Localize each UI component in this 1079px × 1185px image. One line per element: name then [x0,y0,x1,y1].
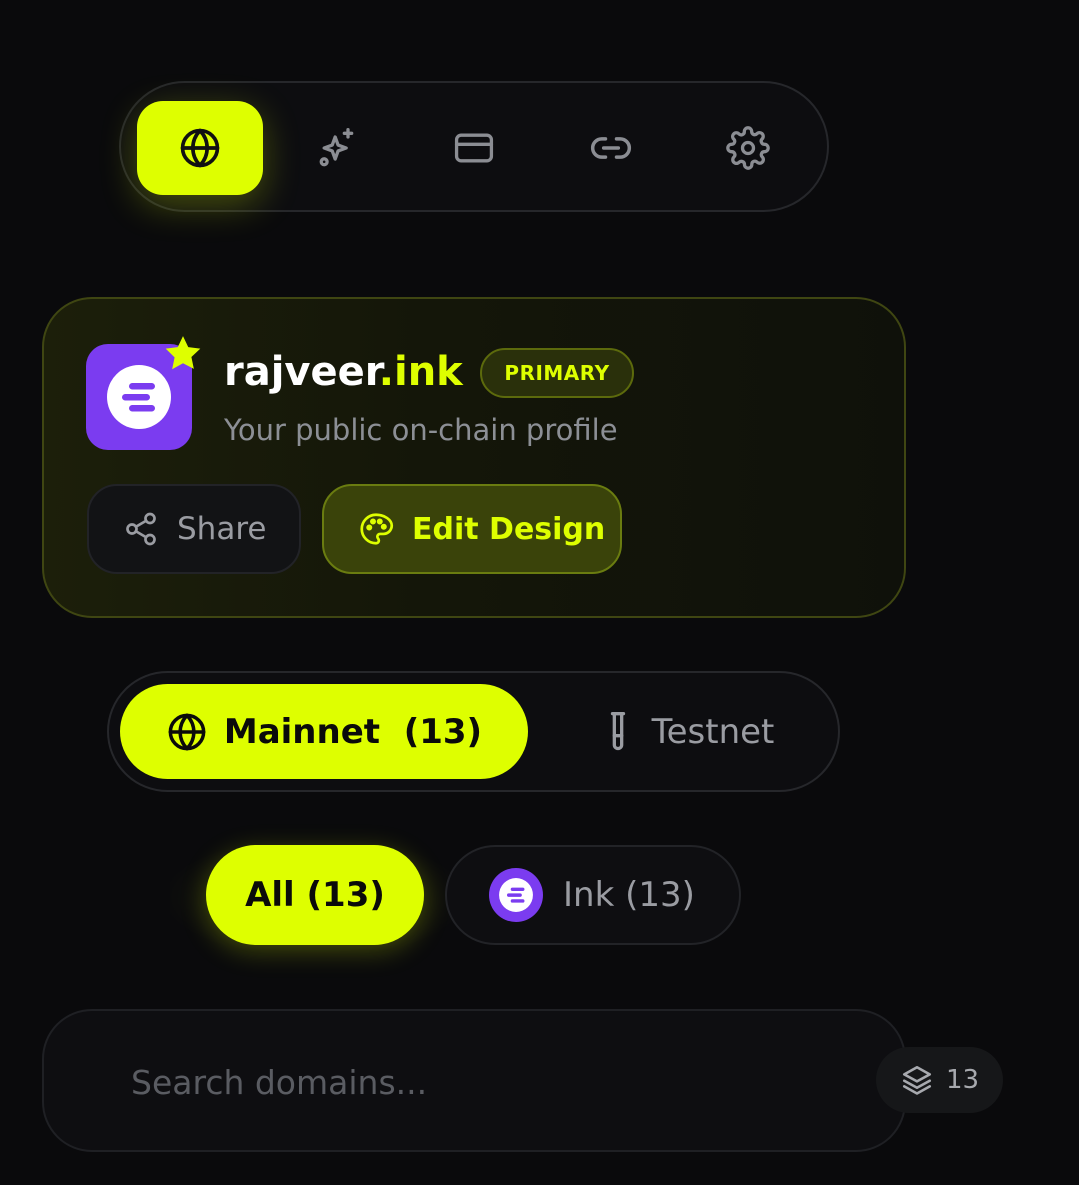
globe-icon [166,711,208,753]
edit-design-label: Edit Design [412,511,606,547]
edit-design-button[interactable]: Edit Design [322,484,622,574]
ink-logo-icon [489,868,543,922]
nav-link-button[interactable] [548,101,674,195]
search-box [42,1009,906,1152]
card-icon [452,126,496,170]
primary-badge: PRIMARY [480,348,634,398]
gear-icon [726,126,770,170]
nav-settings-button[interactable] [685,101,811,195]
share-button[interactable]: Share [87,484,301,574]
domain-count: 13 [945,1065,980,1095]
nav-card-button[interactable] [411,101,537,195]
mainnet-tab[interactable]: Mainnet (13) [120,684,528,779]
profile-subtitle: Your public on-chain profile [224,413,618,447]
globe-icon [178,126,222,170]
sparkles-icon [315,126,359,170]
link-icon [589,126,633,170]
domain-tld: .ink [378,349,463,395]
domain-count-badge: 13 [876,1047,1003,1113]
nav-sparkles-button[interactable] [274,101,400,195]
search-input[interactable] [129,1051,833,1113]
layers-icon [900,1063,934,1097]
star-icon [162,333,204,375]
nav-globe-button[interactable] [137,101,263,195]
top-icon-nav [119,81,829,212]
share-icon [123,511,159,547]
testnet-label: Testnet [651,711,775,752]
filter-all-button[interactable]: All (13) [206,845,424,945]
filter-ink-label: Ink (13) [563,875,695,915]
test-tube-icon [606,710,630,754]
mainnet-label: Mainnet (13) [223,711,483,752]
testnet-tab[interactable]: Testnet [560,684,820,779]
domain-label: rajveer [224,349,379,395]
share-label: Share [177,511,267,547]
filter-ink-button[interactable]: Ink (13) [445,845,741,945]
palette-icon [358,511,394,547]
domain-name: rajveer.ink [224,344,463,400]
